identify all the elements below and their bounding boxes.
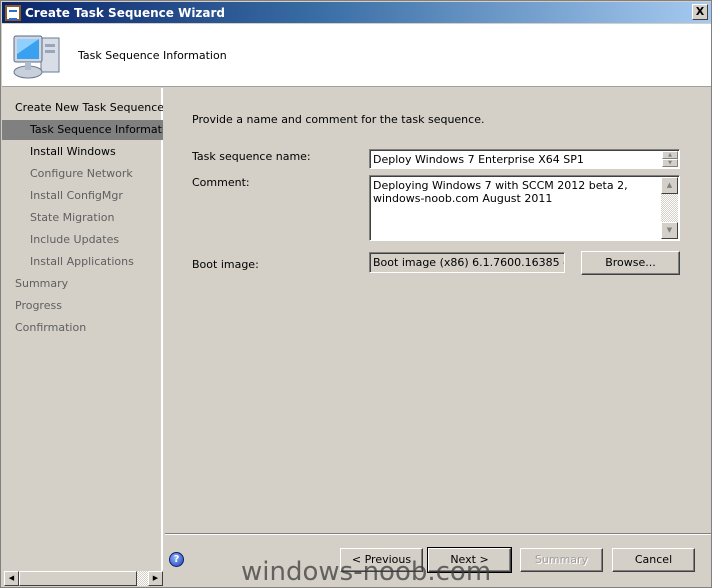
- nav-item-install-windows[interactable]: Install Windows: [2, 142, 163, 162]
- cancel-button[interactable]: Cancel: [612, 548, 695, 572]
- spin-down-icon[interactable]: ▼: [662, 159, 678, 167]
- title-bar: Create Task Sequence Wizard X: [2, 2, 711, 23]
- help-icon[interactable]: ?: [169, 552, 184, 567]
- task-sequence-name-input[interactable]: Deploy Windows 7 Enterprise X64 SP1 ▲ ▼: [369, 149, 680, 169]
- nav-item-configure-network: Configure Network: [30, 167, 133, 180]
- nav-item-include-updates: Include Updates: [30, 233, 120, 246]
- nav-item-install-applications: Install Applications: [30, 255, 134, 268]
- browse-button[interactable]: Browse...: [581, 251, 680, 275]
- scroll-down-icon[interactable]: ▼: [661, 222, 678, 239]
- task-sequence-name-label: Task sequence name:: [192, 150, 311, 163]
- wizard-header: Task Sequence Information: [2, 24, 711, 87]
- wizard-content: Provide a name and comment for the task …: [165, 88, 711, 533]
- scroll-left-icon[interactable]: ◀: [4, 571, 19, 586]
- scroll-up-icon[interactable]: ▲: [661, 177, 678, 194]
- comment-textarea[interactable]: Deploying Windows 7 with SCCM 2012 beta …: [369, 175, 680, 241]
- nav-item-confirmation: Confirmation: [15, 321, 87, 334]
- spin-up-icon[interactable]: ▲: [662, 151, 678, 159]
- nav-item-progress: Progress: [15, 299, 62, 312]
- scroll-right-icon[interactable]: ▶: [148, 571, 163, 586]
- computer-icon: [13, 35, 60, 79]
- summary-button: Summary: [520, 548, 603, 572]
- nav-horizontal-scrollbar[interactable]: ◀ ▶: [4, 571, 163, 586]
- nav-item-summary: Summary: [15, 277, 69, 290]
- nav-item-install-configmgr: Install ConfigMgr: [30, 189, 123, 202]
- wizard-clipboard-icon: [5, 4, 21, 21]
- nav-item-task-sequence-information[interactable]: Task Sequence Information: [2, 120, 163, 140]
- page-title: Task Sequence Information: [78, 49, 227, 62]
- instruction-text: Provide a name and comment for the task …: [192, 113, 485, 126]
- scroll-thumb[interactable]: [19, 571, 137, 586]
- nav-item-create-new-task-sequence[interactable]: Create New Task Sequence: [2, 98, 163, 118]
- boot-image-field: Boot image (x86) 6.1.7600.16385 en-US: [369, 252, 565, 273]
- name-spinner[interactable]: ▲ ▼: [662, 151, 678, 167]
- next-button[interactable]: Next >: [427, 547, 512, 573]
- comment-label: Comment:: [192, 176, 250, 189]
- boot-image-label: Boot image:: [192, 258, 259, 271]
- task-sequence-name-value: Deploy Windows 7 Enterprise X64 SP1: [373, 153, 584, 166]
- wizard-window: Create Task Sequence Wizard X Task Seque…: [0, 0, 712, 588]
- wizard-footer: ? < Previous Next > Summary Cancel: [165, 533, 711, 588]
- comment-value: Deploying Windows 7 with SCCM 2012 beta …: [373, 179, 628, 205]
- previous-button[interactable]: < Previous: [340, 548, 423, 572]
- window-title: Create Task Sequence Wizard: [25, 5, 226, 20]
- comment-scrollbar[interactable]: ▲ ▼: [661, 177, 678, 239]
- close-button[interactable]: X: [692, 4, 708, 20]
- nav-item-state-migration: State Migration: [30, 211, 115, 224]
- wizard-nav: Create New Task Sequence Task Sequence I…: [2, 88, 163, 571]
